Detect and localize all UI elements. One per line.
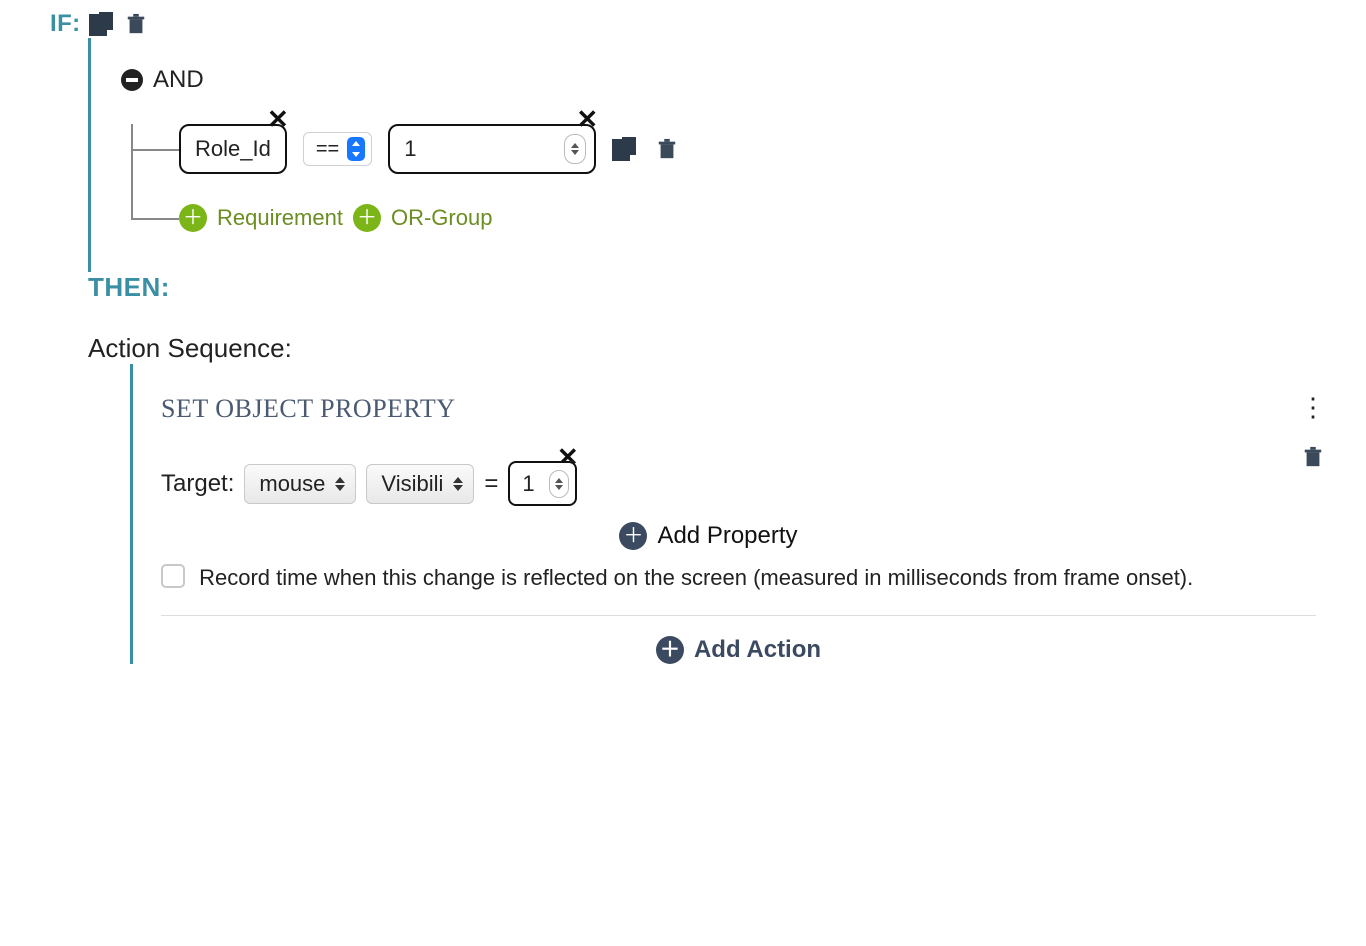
and-operator-label: AND [153, 66, 204, 94]
select-arrows-icon [453, 477, 463, 491]
condition-row: ✕ Role_Id == ✕ 1 [133, 124, 1316, 174]
plus-circle-icon: ＋ [656, 636, 684, 664]
select-stepper-icon [347, 137, 365, 161]
copy-icon [89, 10, 117, 38]
action-title: SET OBJECT PROPERTY [161, 394, 1256, 424]
condition-field-input[interactable]: ✕ Role_Id [179, 124, 287, 174]
property-value-input[interactable]: 1 [508, 461, 576, 506]
remove-field-button[interactable]: ✕ [267, 106, 289, 132]
collapse-and-button[interactable] [121, 69, 143, 91]
trash-icon [656, 136, 678, 162]
minus-icon [126, 78, 138, 82]
trash-icon [125, 11, 147, 37]
add-action-button[interactable]: ＋ Add Action [161, 636, 1316, 664]
target-select[interactable]: mouse [244, 464, 356, 504]
add-action-label: Add Action [694, 636, 821, 664]
record-time-label: Record time when this change is reflecte… [199, 565, 1193, 590]
add-orgroup-label: OR-Group [391, 205, 492, 231]
add-requirement-label: Requirement [217, 205, 343, 231]
property-value-text: 1 [522, 471, 534, 496]
action-menu-button[interactable]: ⋮ [1300, 394, 1326, 420]
select-arrows-icon [335, 477, 345, 491]
delete-action-button[interactable] [1302, 444, 1324, 470]
plus-circle-icon: ＋ [179, 204, 207, 232]
condition-operator-select[interactable]: == [303, 132, 372, 166]
then-label: THEN: [88, 272, 1316, 303]
trash-icon [1302, 444, 1324, 470]
condition-field-value: Role_Id [195, 136, 271, 161]
if-label: IF: [50, 10, 81, 38]
copy-if-button[interactable] [89, 10, 117, 38]
property-select-value: Visibili [381, 471, 443, 497]
number-stepper-icon[interactable] [549, 470, 569, 498]
delete-if-button[interactable] [125, 11, 147, 37]
condition-operator-value: == [316, 138, 339, 161]
condition-value-input[interactable]: ✕ 1 [388, 124, 596, 174]
copy-condition-button[interactable] [612, 135, 640, 163]
remove-value-button[interactable]: ✕ [576, 106, 598, 132]
target-select-value: mouse [259, 471, 325, 497]
add-property-label: Add Property [657, 522, 797, 550]
record-time-checkbox[interactable] [161, 564, 185, 588]
add-orgroup-button[interactable]: ＋ OR-Group [353, 204, 492, 232]
property-select[interactable]: Visibili [366, 464, 474, 504]
add-requirement-button[interactable]: ＋ Requirement [179, 204, 343, 232]
delete-condition-button[interactable] [656, 136, 678, 162]
copy-icon [612, 135, 640, 163]
add-property-button[interactable]: ＋ Add Property [161, 522, 1256, 550]
action-sequence-label: Action Sequence: [88, 333, 1316, 364]
plus-circle-icon: ＋ [353, 204, 381, 232]
equals-sign: = [484, 470, 498, 498]
condition-value-text: 1 [404, 136, 416, 161]
action-block: ⋮ SET OBJECT PROPERTY Target: mouse [161, 394, 1316, 616]
plus-circle-icon: ＋ [619, 522, 647, 550]
number-stepper-icon[interactable] [564, 134, 586, 164]
target-label: Target: [161, 470, 234, 498]
